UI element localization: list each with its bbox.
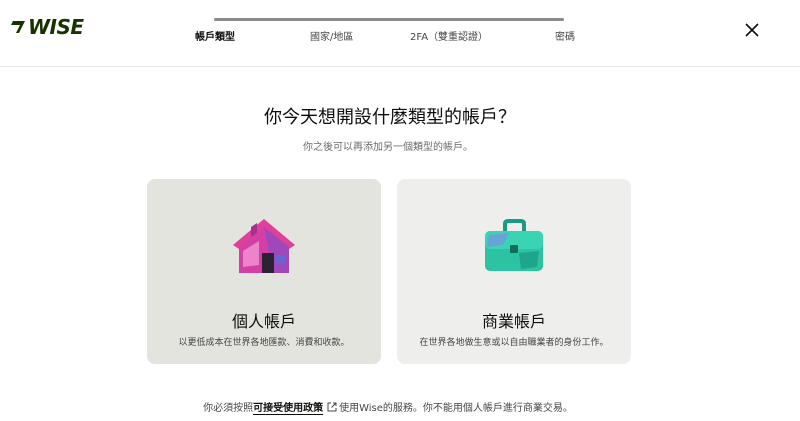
personal-card-description: 以更低成本在世界各地匯款、消費和收款。 <box>178 338 350 348</box>
top-header: WISE 帳戶類型 國家/地區 2FA（雙重認證） 密碼 <box>0 0 800 67</box>
business-account-card[interactable]: 商業帳戶 在世界各地做生意或以自由職業者的身份工作。 <box>397 179 631 364</box>
personal-card-title: 個人帳戶 <box>231 312 296 331</box>
page-title: 你今天想開設什麼類型的帳戶？ <box>264 107 516 128</box>
step-country: 國家/地區 <box>310 32 354 43</box>
external-link-icon <box>327 402 337 412</box>
business-card-title: 商業帳戶 <box>481 312 546 331</box>
progress-bar <box>214 18 564 21</box>
acceptable-use-policy-link[interactable]: 可接受使用政策 <box>253 403 323 414</box>
personal-account-card[interactable]: 個人帳戶 以更低成本在世界各地匯款、消費和收款。 <box>147 179 381 364</box>
page-subtitle: 你之後可以再添加另一個類型的帳戶。 <box>303 142 473 153</box>
house-illustration <box>233 219 295 273</box>
briefcase-illustration <box>485 219 543 271</box>
close-icon <box>745 23 759 37</box>
step-password: 密碼 <box>555 32 575 43</box>
close-button[interactable] <box>742 20 762 40</box>
business-card-description: 在世界各地做生意或以自由職業者的身份工作。 <box>419 338 609 348</box>
step-2fa: 2FA（雙重認證） <box>410 32 489 43</box>
step-account-type: 帳戶類型 <box>195 32 235 43</box>
footer-text-after: 使用Wise的服務。你不能用個人帳戶進行商業交易。 <box>339 403 573 414</box>
step-indicator: 帳戶類型 國家/地區 2FA（雙重認證） 密碼 <box>0 28 800 43</box>
footer-notice: 你必須按照可接受使用政策 使用Wise的服務。你不能用個人帳戶進行商業交易。 <box>0 399 776 414</box>
footer-text-before: 你必須按照 <box>203 403 254 414</box>
